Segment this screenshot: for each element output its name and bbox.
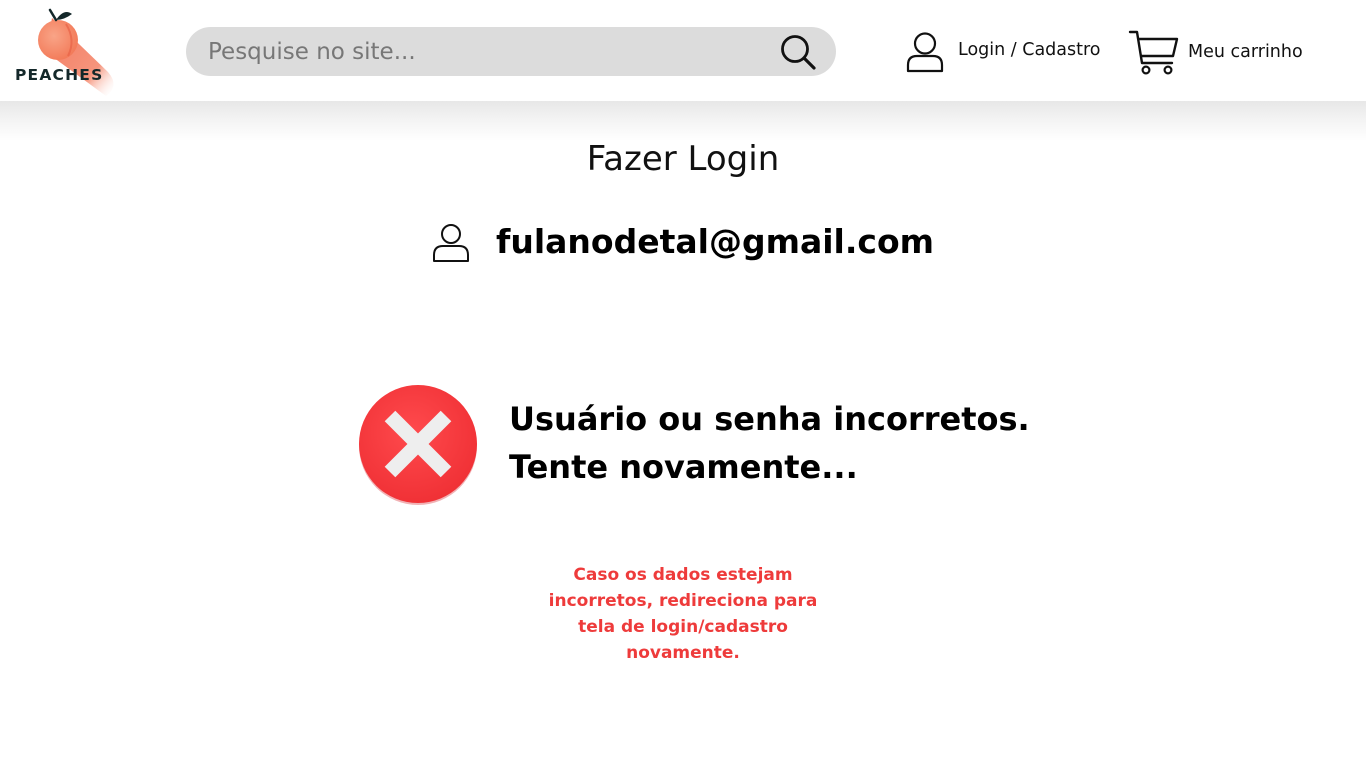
error-message-line-2: Tente novamente... [509,448,858,486]
user-icon[interactable] [905,31,945,73]
header-shadow [0,101,1366,141]
user-icon [433,224,469,262]
search-icon[interactable] [779,33,817,71]
error-message-line-1: Usuário ou senha incorretos. [509,400,1030,438]
cart-icon[interactable] [1128,29,1180,77]
site-header: PEACHES Login / Cadastro Meu carrinho [0,0,1366,101]
redirect-note: Caso os dados estejam incorretos, redire… [548,565,818,663]
search-input[interactable] [208,35,768,68]
cart-link[interactable]: Meu carrinho [1188,42,1303,62]
peaches-logo[interactable]: PEACHES [10,6,122,98]
peach-logo-icon [38,8,114,96]
page-title: Fazer Login [586,139,780,179]
search-bar[interactable] [186,27,836,76]
login-register-link[interactable]: Login / Cadastro [958,40,1101,60]
error-x-icon [359,385,477,505]
logo-text: PEACHES [15,66,104,84]
user-email: fulanodetal@gmail.com [496,222,935,261]
